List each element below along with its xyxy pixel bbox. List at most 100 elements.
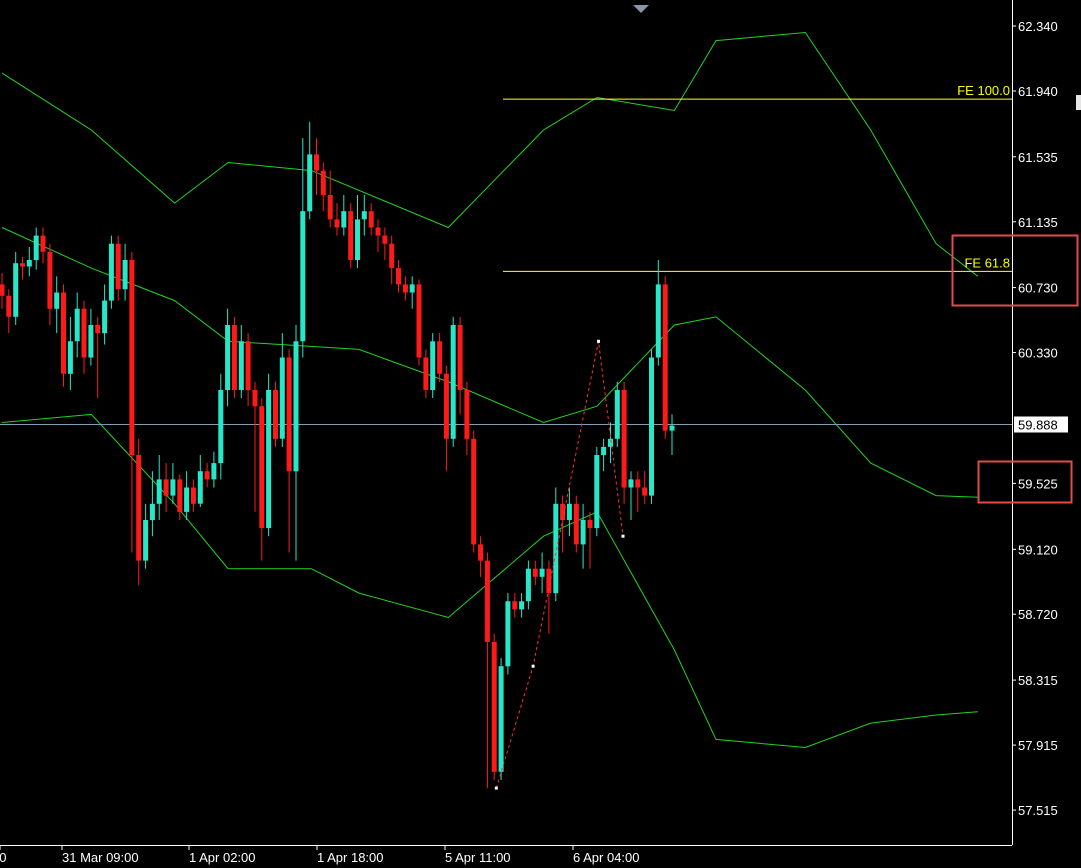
candle-body [225,325,231,390]
candle-body [532,568,538,577]
candle-body [122,260,128,290]
chart-background [0,0,1081,868]
candle-body [375,227,381,236]
candle-body [416,284,422,358]
candle [649,349,654,504]
candle-body [47,251,53,309]
price-tick-label: 57.915 [1018,738,1058,753]
candle-body [662,284,668,431]
candle-body [484,560,490,642]
candle [621,381,627,504]
candle-body [163,479,169,496]
candle-body [115,243,121,290]
candle-body [553,503,559,594]
candle-body [450,325,456,439]
zigzag-point [494,786,498,790]
candle-body [587,520,593,529]
candle-body [33,235,39,260]
fibo-level-label: FE 100.0 [957,83,1010,98]
candle-body [430,341,436,390]
candle-body [0,284,5,296]
price-tick-label: 60.330 [1018,346,1058,361]
candle [498,658,504,780]
candle-body [341,211,347,228]
candle [662,276,668,439]
price-tick-label: 59.525 [1018,476,1058,491]
candle-body [211,463,217,480]
zigzag-point [621,534,625,538]
candle-body [177,479,183,512]
candle-body [580,520,586,545]
candle-body [649,357,654,496]
candle-body [443,373,449,439]
candle [416,279,422,366]
candle-body [628,479,634,488]
candle-body [498,666,504,772]
candle [614,381,620,447]
candle-body [67,341,73,374]
candle-body [136,455,142,561]
candle-body [6,295,12,317]
candle-body [389,243,395,269]
candle-body [491,641,497,772]
candle-body [396,268,401,285]
candle-body [273,390,278,439]
candle-body [478,544,484,561]
price-tick-label: 60.730 [1018,281,1058,296]
candle-body [327,195,333,220]
candle-body [149,503,155,521]
candle [348,203,354,269]
zigzag-point [531,664,535,668]
current-price-label: 59.888 [1018,418,1058,433]
candle-body [108,243,114,301]
candle-body [601,446,607,455]
candle-body [457,325,463,390]
price-tick-label: 62.340 [1018,19,1058,34]
candle-body [361,211,367,220]
candle-body [286,357,292,472]
candle-body [40,235,46,252]
candle-body [156,479,162,504]
candle-body [655,284,661,358]
candle [553,487,559,602]
candle [491,633,497,780]
candle-body [320,170,326,195]
candle-body [314,154,319,171]
candle-body [20,263,25,267]
candle [573,495,579,553]
price-tick-label: 61.535 [1018,150,1058,165]
time-tick-label: 6 Apr 04:00 [573,850,640,865]
candle-body [334,219,340,228]
candle [430,333,436,399]
right-edge-marker [1076,95,1081,110]
candle-body [382,235,388,244]
price-tick-label: 61.135 [1018,215,1058,230]
candle-body [129,260,135,455]
candle-body [566,503,572,521]
candle-body [471,438,477,545]
candle-body [669,425,675,431]
candle-body [307,154,313,212]
candle-body [190,487,196,504]
candle-body [573,503,579,545]
candle-body [218,390,224,464]
candle-body [614,390,620,439]
price-tick-label: 57.515 [1018,803,1058,818]
candle-body [54,292,60,309]
candle-body [26,260,32,267]
current-price-tag: 59.888 [1014,416,1068,433]
candle [471,430,477,553]
candle-body [231,325,237,390]
candle-body [293,341,299,472]
candle-body [423,357,429,390]
price-chart[interactable]: FE 100.0 FE 61.8 62.340 61.940 61.535 61.135… [0,0,1081,868]
candle [61,284,66,387]
candle-body [437,341,443,374]
candle-body [143,520,149,561]
candle-body [505,601,511,667]
candle [273,381,278,447]
time-tick-label: 5 Apr 11:00 [445,850,511,865]
candle-body [348,211,354,260]
candle-body [245,341,251,390]
candle-body [368,211,374,228]
